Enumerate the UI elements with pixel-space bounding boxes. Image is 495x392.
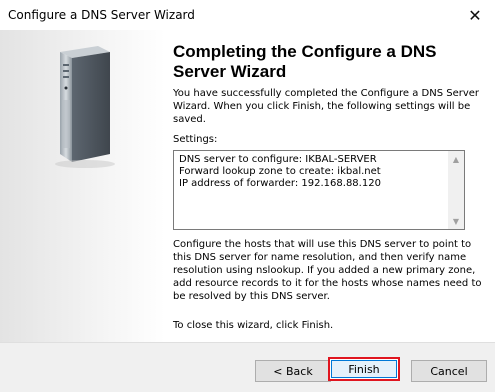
setting-line-forwarder-ip: IP address of forwarder: 192.168.88.120 bbox=[179, 178, 381, 189]
button-bar: < Back Finish Cancel bbox=[0, 342, 495, 392]
settings-textbox[interactable]: DNS server to configure: IKBAL-SERVER Fo… bbox=[173, 150, 465, 230]
title-bar: Configure a DNS Server Wizard ✕ bbox=[0, 0, 495, 30]
wizard-side-panel bbox=[0, 30, 165, 342]
finish-button[interactable]: Finish bbox=[328, 357, 400, 381]
close-instruction: To close this wizard, click Finish. bbox=[173, 320, 334, 331]
setting-line-forward-zone: Forward lookup zone to create: ikbal.net bbox=[179, 166, 381, 177]
cancel-button[interactable]: Cancel bbox=[411, 360, 487, 382]
wizard-content: Completing the Configure a DNS Server Wi… bbox=[165, 30, 495, 342]
settings-list: DNS server to configure: IKBAL-SERVER Fo… bbox=[179, 154, 381, 190]
settings-label: Settings: bbox=[173, 134, 218, 145]
chevron-down-icon[interactable]: ▼ bbox=[448, 213, 464, 229]
window-title: Configure a DNS Server Wizard bbox=[8, 8, 195, 22]
server-tower-icon bbox=[55, 46, 115, 168]
intro-text: You have successfully completed the Conf… bbox=[173, 88, 480, 125]
close-icon[interactable]: ✕ bbox=[455, 0, 495, 30]
settings-scrollbar[interactable]: ▲ ▼ bbox=[448, 151, 464, 229]
page-title: Completing the Configure a DNS Server Wi… bbox=[173, 42, 437, 81]
back-button[interactable]: < Back bbox=[255, 360, 331, 382]
chevron-up-icon[interactable]: ▲ bbox=[448, 151, 464, 167]
setting-line-dns-server: DNS server to configure: IKBAL-SERVER bbox=[179, 154, 377, 165]
finish-button-label: Finish bbox=[331, 360, 397, 378]
configuration-note: Configure the hosts that will use this D… bbox=[173, 239, 482, 302]
